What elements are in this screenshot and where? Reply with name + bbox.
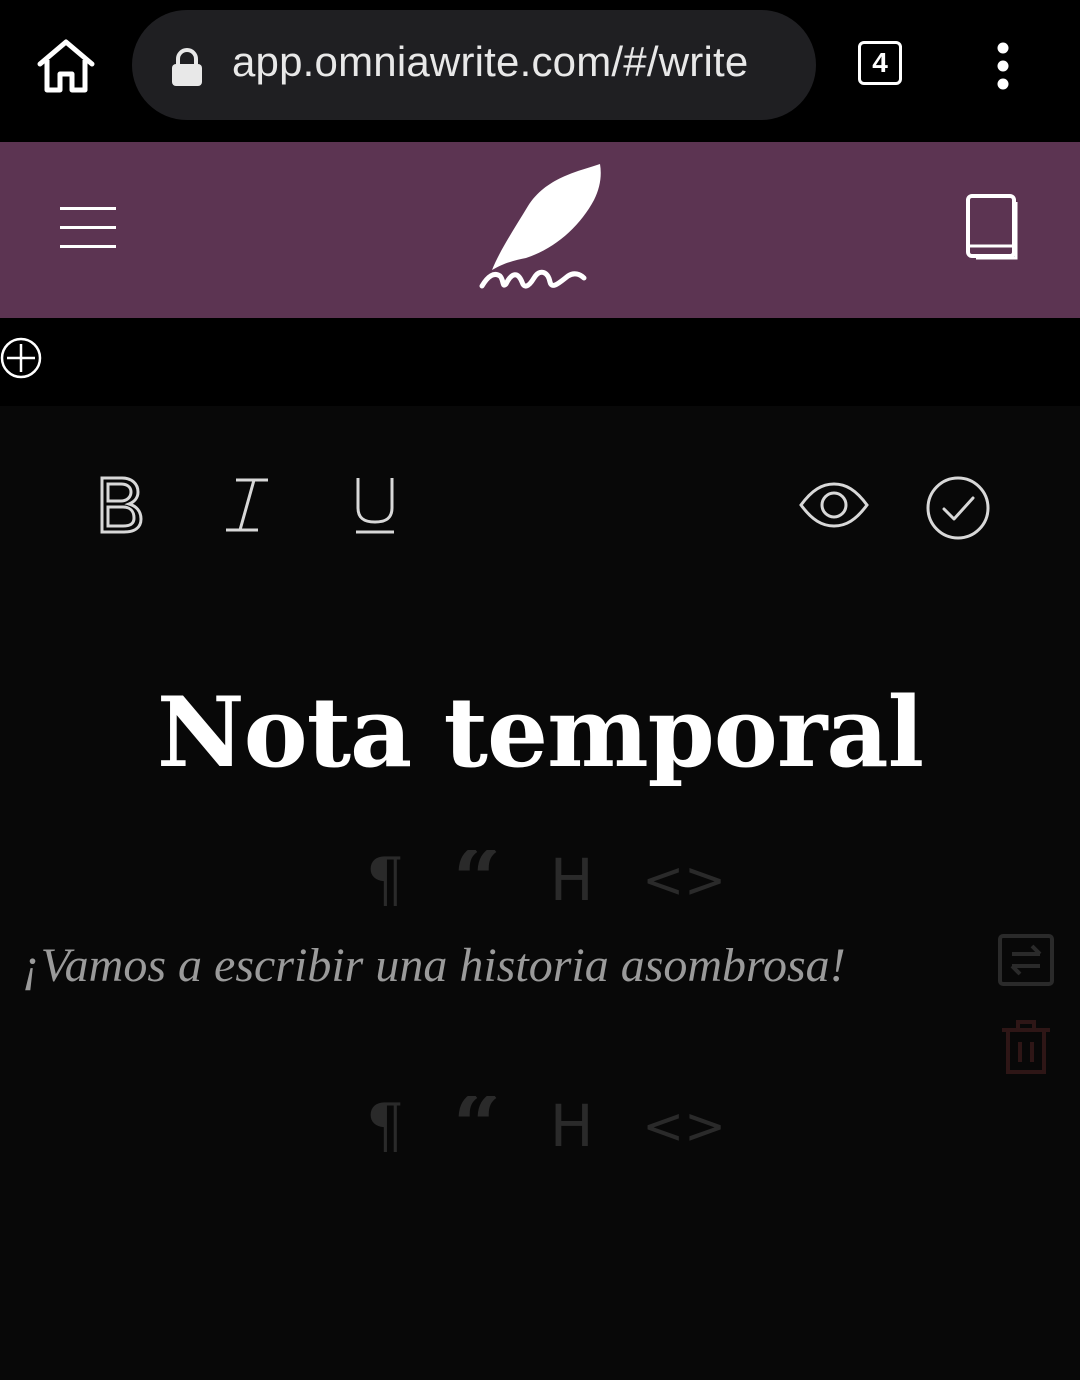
code-icon[interactable]: <> [642,850,726,910]
menu-icon[interactable] [60,205,116,251]
chapter-strip [0,318,1080,406]
underline-icon[interactable] [350,474,400,538]
quote-icon[interactable]: “ [453,1096,501,1156]
paragraph-editor[interactable]: ¡Vamos a escribir una historia asombrosa… [22,938,846,993]
code-icon[interactable]: <> [642,1096,726,1156]
heading-icon[interactable]: H [550,1096,594,1156]
book-icon[interactable] [962,192,1022,262]
paragraph-icon[interactable]: ¶ [366,850,404,910]
app-header [0,142,1080,318]
more-vertical-icon[interactable] [990,42,1016,90]
browser-toolbar: app.omniawrite.com/#/write 4 [0,0,1080,142]
block-type-bar: ¶ “ H <> [366,1096,726,1156]
document-title[interactable]: Nota temporal [0,676,1080,789]
italic-icon[interactable] [222,474,272,536]
plus-circle-icon[interactable] [0,336,44,380]
check-circle-icon[interactable] [924,474,992,542]
lock-icon [170,48,204,86]
block-type-bar: ¶ “ H <> [366,850,726,910]
tab-switcher-button[interactable]: 4 [858,41,902,85]
address-bar[interactable]: app.omniawrite.com/#/write [132,10,816,120]
heading-icon[interactable]: H [550,850,594,910]
paragraph-icon[interactable]: ¶ [366,1096,404,1156]
eye-icon[interactable] [798,480,870,530]
home-icon[interactable] [34,36,98,96]
quote-icon[interactable]: “ [453,850,501,910]
quill-icon[interactable] [476,158,606,298]
bold-icon[interactable] [96,474,146,536]
url-text: app.omniawrite.com/#/write [232,38,749,85]
swap-icon[interactable] [998,934,1054,986]
tab-count: 4 [872,47,888,78]
trash-icon[interactable] [1000,1018,1052,1076]
